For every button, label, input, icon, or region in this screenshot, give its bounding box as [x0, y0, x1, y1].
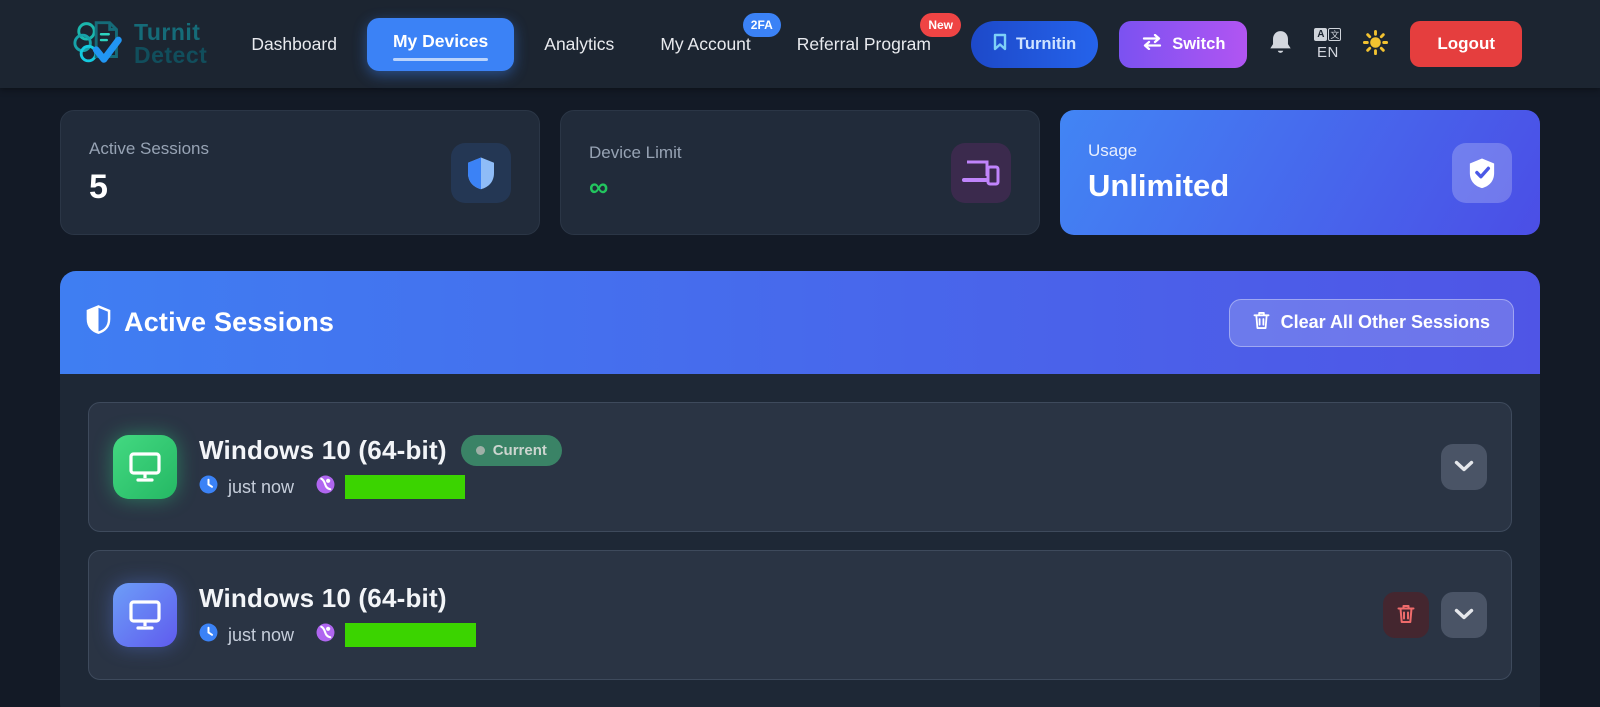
expand-session-button[interactable] — [1441, 444, 1487, 490]
current-session-badge: Current — [460, 435, 562, 466]
device-limit-label: Device Limit — [589, 142, 682, 162]
usage-card: Usage Unlimited — [1060, 110, 1540, 235]
language-code: EN — [1316, 43, 1339, 61]
active-sessions-label: Active Sessions — [89, 138, 209, 158]
brand-name: Turnit Detect — [134, 19, 208, 68]
session-info: Windows 10 (64-bit) Current just now — [199, 435, 1441, 499]
shield-icon — [451, 142, 511, 203]
nav-links: Dashboard My Devices Analytics My Accoun… — [235, 12, 961, 71]
top-navbar: Turnit Detect Dashboard My Devices Analy… — [0, 0, 1600, 88]
active-sessions-card: Active Sessions 5 — [60, 110, 540, 235]
globe-icon — [316, 475, 335, 499]
brand-logo-icon — [72, 14, 130, 75]
status-dot — [475, 446, 485, 455]
brand-logo[interactable]: Turnit Detect — [72, 14, 207, 75]
sessions-list: Windows 10 (64-bit) Current just now Win… — [60, 374, 1540, 707]
delete-session-button[interactable] — [1383, 592, 1429, 638]
bookmark-icon — [993, 33, 1007, 56]
clock-icon — [199, 475, 218, 499]
navbar-actions: Turnitin Switch A 文 EN Logout — [971, 20, 1522, 68]
device-name: Windows 10 (64-bit) — [199, 583, 447, 613]
switch-button[interactable]: Switch — [1119, 20, 1248, 68]
swap-arrows-icon — [1141, 33, 1163, 55]
language-switcher[interactable]: A 文 EN — [1314, 27, 1342, 61]
notifications-bell-button[interactable] — [1268, 29, 1293, 59]
ip-address-redacted — [345, 623, 477, 647]
sessions-panel-header: Active Sessions Clear All Other Sessions — [60, 271, 1540, 374]
clock-icon — [199, 623, 218, 647]
theme-toggle-button[interactable] — [1362, 29, 1389, 59]
main-content: Active Sessions 5 Device Limit ∞ Usage U… — [0, 110, 1600, 707]
shield-check-icon — [1452, 142, 1512, 203]
trash-icon — [1397, 604, 1415, 627]
sessions-panel-title: Active Sessions — [86, 304, 334, 341]
clear-all-sessions-button[interactable]: Clear All Other Sessions — [1228, 298, 1514, 347]
ip-address-redacted — [345, 475, 466, 499]
device-name: Windows 10 (64-bit) — [199, 435, 447, 465]
nav-item-my-devices[interactable]: My Devices — [366, 17, 515, 71]
new-badge: New — [920, 12, 961, 37]
session-row-actions — [1383, 592, 1487, 638]
logout-button[interactable]: Logout — [1410, 21, 1522, 67]
expand-session-button[interactable] — [1441, 592, 1487, 638]
sun-icon — [1362, 29, 1389, 59]
bell-icon — [1268, 29, 1293, 59]
session-row: Windows 10 (64-bit) just now — [88, 550, 1512, 680]
nav-item-referral-program[interactable]: Referral Program New — [781, 12, 961, 67]
nav-item-analytics[interactable]: Analytics — [528, 22, 630, 67]
stats-row: Active Sessions 5 Device Limit ∞ Usage U… — [60, 110, 1540, 235]
nav-item-my-account[interactable]: My Account 2FA — [644, 12, 781, 67]
chevron-down-icon — [1454, 460, 1474, 475]
session-time: just now — [228, 624, 295, 645]
chevron-down-icon — [1454, 608, 1474, 623]
turnitin-button[interactable]: Turnitin — [971, 20, 1099, 68]
session-row-actions — [1441, 444, 1487, 490]
active-sessions-value: 5 — [89, 167, 108, 206]
translate-icon: A 文 — [1314, 27, 1342, 41]
device-limit-value: ∞ — [589, 171, 609, 202]
session-time: just now — [228, 476, 295, 497]
session-info: Windows 10 (64-bit) just now — [199, 583, 1383, 647]
monitor-icon — [113, 583, 177, 647]
nav-item-dashboard[interactable]: Dashboard — [235, 22, 353, 67]
2fa-badge: 2FA — [742, 12, 781, 37]
usage-label: Usage — [1088, 141, 1138, 160]
monitor-icon — [113, 435, 177, 499]
device-limit-card: Device Limit ∞ — [560, 110, 1040, 235]
globe-icon — [316, 623, 335, 647]
usage-value: Unlimited — [1088, 168, 1230, 203]
active-sessions-panel: Active Sessions Clear All Other Sessions — [60, 271, 1540, 707]
shield-icon — [86, 304, 111, 341]
session-row-current: Windows 10 (64-bit) Current just now — [88, 402, 1512, 532]
devices-icon — [951, 142, 1011, 203]
trash-icon — [1253, 311, 1270, 335]
active-tab-underline — [392, 57, 489, 61]
